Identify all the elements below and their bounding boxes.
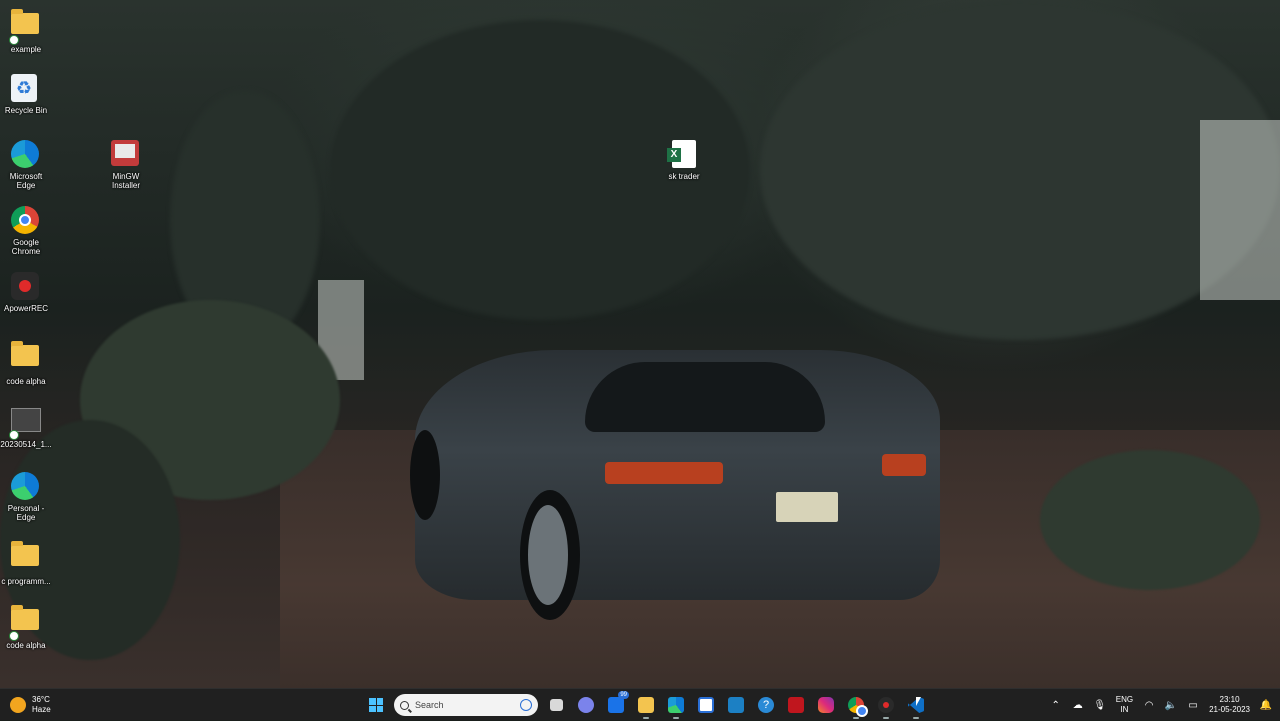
instagram-icon <box>818 697 834 713</box>
recorder-icon <box>878 697 894 713</box>
battery-icon[interactable]: ▭ <box>1187 699 1199 711</box>
edge-icon <box>668 697 684 713</box>
desktop-icon-label: code alpha <box>6 377 46 386</box>
desktop-icon-c-programming[interactable]: c programm... <box>0 540 52 586</box>
weather-condition: Haze <box>32 705 51 714</box>
desktop-icon-label: Microsoft Edge <box>9 172 43 190</box>
desktop-icon-label: Recycle Bin <box>4 106 48 115</box>
teams-icon <box>578 697 594 713</box>
mouse-cursor <box>916 697 921 706</box>
desktop-icon-label: c programm... <box>1 577 51 586</box>
mail-button[interactable]: 99 <box>604 691 629 717</box>
desktop-icon-example[interactable]: example <box>0 8 52 54</box>
folder-icon <box>9 9 41 45</box>
desktop-icon-label: ApowerREC <box>3 304 48 313</box>
wallpaper-house <box>1200 120 1280 300</box>
wallpaper-car-taillight <box>882 454 926 476</box>
file-explorer-button[interactable] <box>634 693 658 719</box>
system-tray: ⌃ ☁ 🎙 ENG IN ◠ 🔈 ▭ 23:10 21-05-2023 🔔 <box>1050 689 1273 721</box>
start-button[interactable] <box>364 693 388 717</box>
store-icon <box>698 697 714 713</box>
folder-icon <box>11 341 41 375</box>
volume-icon[interactable]: 🔈 <box>1165 699 1177 711</box>
region-code: IN <box>1120 705 1129 714</box>
search-box[interactable]: Search <box>394 694 538 716</box>
recycle-bin-icon: ♻ <box>11 74 41 104</box>
task-view-button[interactable] <box>544 693 568 717</box>
microphone-icon[interactable]: 🎙 <box>1093 699 1106 711</box>
chevron-up-icon[interactable]: ⌃ <box>1050 699 1062 711</box>
mail-badge: 99 <box>618 691 629 699</box>
desktop-wallpaper <box>0 0 1280 688</box>
wallpaper-car-wheel <box>410 430 440 520</box>
edge-icon <box>11 472 41 502</box>
chrome-icon <box>848 697 868 717</box>
search-icon <box>400 700 409 710</box>
clock-date: 21-05-2023 <box>1209 705 1250 714</box>
mcafee-icon <box>788 697 804 713</box>
file-explorer-icon <box>638 697 654 713</box>
desktop-icon-label: 20230514_1... <box>0 440 52 449</box>
edge-taskbar-button[interactable] <box>664 693 688 719</box>
desktop-icon-label: Google Chrome <box>11 238 41 256</box>
instagram-button[interactable] <box>814 693 838 717</box>
desktop-icon-code-alpha[interactable]: code alpha <box>0 340 52 386</box>
store-button[interactable] <box>694 693 718 717</box>
edge-icon <box>11 140 41 170</box>
teams-button[interactable] <box>574 693 598 717</box>
desktop-icon-personal-edge[interactable]: Personal - Edge <box>0 472 52 522</box>
weather-temp: 36°C <box>32 695 50 704</box>
desktop-icon-label: sk trader <box>668 172 700 181</box>
bing-icon[interactable] <box>520 699 532 711</box>
wallpaper-car-taillight <box>605 462 723 484</box>
weather-widget[interactable]: 36°C Haze <box>10 693 51 717</box>
notification-bell-icon[interactable]: 🔔 <box>1260 699 1272 711</box>
language-indicator[interactable]: ENG IN <box>1116 695 1133 715</box>
desktop-icon-recycle-bin[interactable]: ♻ Recycle Bin <box>0 74 52 115</box>
wallpaper-car-rim <box>528 505 568 605</box>
desktop-icon-label: MinGW Installer <box>111 172 140 190</box>
excel-file-icon <box>667 140 699 170</box>
stock-app-icon <box>728 697 744 713</box>
record-icon <box>11 272 41 302</box>
desktop-icon-code-alpha-2[interactable]: code alpha <box>0 604 52 650</box>
wallpaper-car-window <box>585 362 825 432</box>
folder-icon <box>11 541 41 575</box>
mcafee-button[interactable] <box>784 693 808 717</box>
desktop-icon-mingw-installer[interactable]: MinGW Installer <box>100 140 152 190</box>
desktop-icon-apowerrec[interactable]: ApowerREC <box>0 272 52 313</box>
mingw-icon <box>111 140 141 170</box>
chrome-taskbar-button[interactable] <box>844 693 868 719</box>
clock[interactable]: 23:10 21-05-2023 <box>1209 695 1250 715</box>
language-code: ENG <box>1115 695 1134 704</box>
windows-icon <box>369 698 383 712</box>
desktop-icon-label: code alpha <box>6 641 46 650</box>
wallpaper-car-plate <box>776 492 838 522</box>
desktop-icon-label: example <box>10 45 42 54</box>
onedrive-icon[interactable]: ☁ <box>1072 699 1084 711</box>
help-button[interactable]: ? <box>754 693 778 717</box>
video-file-icon <box>9 408 41 440</box>
wallpaper-bush <box>1040 450 1260 590</box>
mail-icon <box>608 697 624 713</box>
clock-time: 23:10 <box>1219 695 1240 704</box>
wifi-icon[interactable]: ◠ <box>1143 699 1155 711</box>
chrome-icon <box>11 206 41 236</box>
desktop-icon-label: Personal - Edge <box>7 504 45 522</box>
sun-icon <box>10 697 26 713</box>
help-icon: ? <box>758 697 774 713</box>
stock-app-button[interactable] <box>724 693 748 717</box>
desktop-icon-sk-trader[interactable]: sk trader <box>658 140 710 181</box>
task-view-icon <box>549 699 563 711</box>
desktop-icon-google-chrome[interactable]: Google Chrome <box>0 206 52 256</box>
folder-icon <box>9 605 41 641</box>
taskbar: 36°C Haze Search 99 ? ⌃ ☁ 🎙 ENG IN ◠ 🔈 ▭… <box>0 688 1280 720</box>
taskbar-pinned: Search 99 ? <box>364 691 928 719</box>
desktop-icon-video-file[interactable]: 20230514_1... <box>0 404 52 449</box>
desktop-icon-microsoft-edge[interactable]: Microsoft Edge <box>0 140 52 190</box>
recorder-button[interactable] <box>874 693 898 719</box>
search-placeholder: Search <box>415 700 444 710</box>
